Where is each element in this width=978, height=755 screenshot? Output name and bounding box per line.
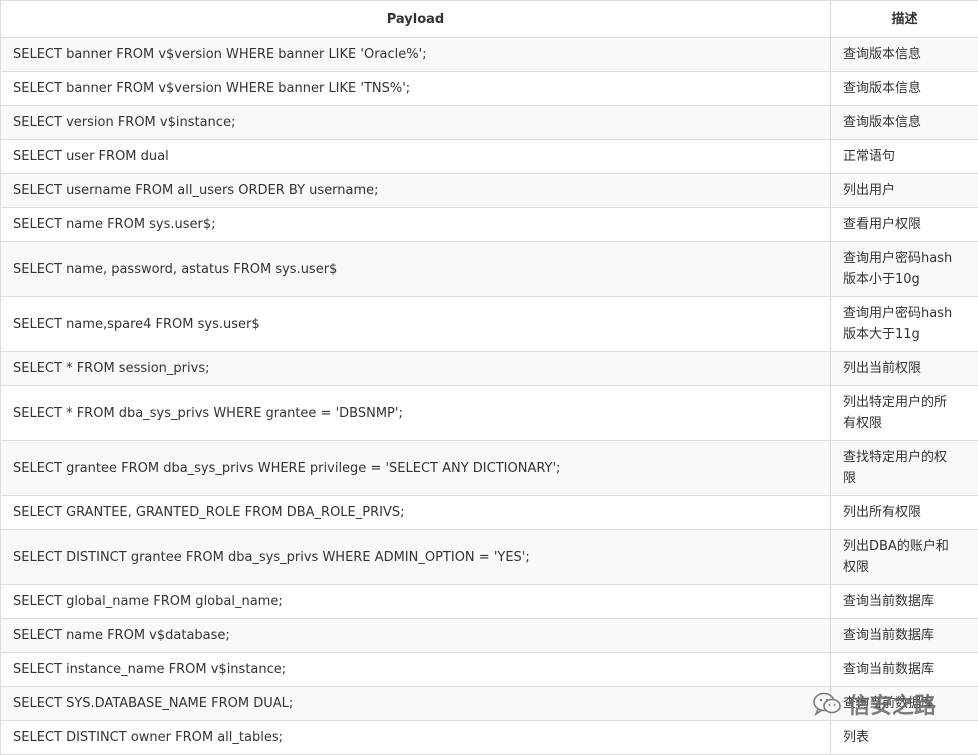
description-line: 列出DBA的账户和 [843, 536, 968, 557]
table-header-row: Payload 描述 [1, 1, 978, 38]
payload-table: Payload 描述 SELECT banner FROM v$version … [0, 0, 978, 755]
payload-cell: SELECT username FROM all_users ORDER BY … [1, 174, 831, 208]
description-line: 查询版本信息 [843, 78, 968, 99]
table-row: SELECT name FROM sys.user$; 查看用户权限 [1, 208, 978, 242]
description-line: 查找特定用户的权 [843, 447, 968, 468]
table-row: SELECT name,spare4 FROM sys.user$查询用户密码h… [1, 297, 978, 352]
table-row: SELECT banner FROM v$version WHERE banne… [1, 72, 978, 106]
description-line: 查询版本信息 [843, 44, 968, 65]
description-cell: 查询版本信息 [831, 72, 978, 106]
description-line: 列表 [843, 727, 968, 748]
description-line: 查询用户密码hash [843, 248, 968, 269]
table-row: SELECT username FROM all_users ORDER BY … [1, 174, 978, 208]
description-cell: 正常语句 [831, 140, 978, 174]
description-line: 查询当前数据库 [843, 659, 968, 680]
description-line: 正常语句 [843, 146, 968, 167]
header-payload: Payload [1, 1, 831, 38]
table-row: SELECT SYS.DATABASE_NAME FROM DUAL; 查询当前数… [1, 687, 978, 721]
table-row: SELECT instance_name FROM v$instance; 查询当… [1, 653, 978, 687]
description-cell: 查看用户权限 [831, 208, 978, 242]
description-cell: 查询当前数据库 [831, 585, 978, 619]
description-line: 限 [843, 468, 968, 489]
payload-cell: SELECT global_name FROM global_name; [1, 585, 831, 619]
payload-cell: SELECT * FROM session_privs; [1, 352, 831, 386]
description-line: 查询版本信息 [843, 112, 968, 133]
description-cell: 查询当前数据库 [831, 687, 978, 721]
description-cell: 列出用户 [831, 174, 978, 208]
table-row: SELECT banner FROM v$version WHERE banne… [1, 38, 978, 72]
description-cell: 查询版本信息 [831, 106, 978, 140]
description-line: 列出当前权限 [843, 358, 968, 379]
table-row: SELECT user FROM dual 正常语句 [1, 140, 978, 174]
description-line: 权限 [843, 557, 968, 578]
payload-cell: SELECT name FROM sys.user$; [1, 208, 831, 242]
description-cell: 查询版本信息 [831, 38, 978, 72]
description-cell: 列出特定用户的所有权限 [831, 386, 978, 441]
payload-cell: SELECT DISTINCT grantee FROM dba_sys_pri… [1, 530, 831, 585]
description-cell: 列出DBA的账户和权限 [831, 530, 978, 585]
description-line: 查询用户密码hash [843, 303, 968, 324]
description-cell: 列出当前权限 [831, 352, 978, 386]
payload-cell: SELECT * FROM dba_sys_privs WHERE grante… [1, 386, 831, 441]
payload-cell: SELECT version FROM v$instance; [1, 106, 831, 140]
payload-cell: SELECT banner FROM v$version WHERE banne… [1, 72, 831, 106]
description-cell: 查询当前数据库 [831, 619, 978, 653]
description-line: 版本小于10g [843, 269, 968, 290]
description-cell: 查找特定用户的权限 [831, 441, 978, 496]
description-line: 列出特定用户的所 [843, 392, 968, 413]
payload-cell: SELECT name FROM v$database; [1, 619, 831, 653]
description-cell: 列表 [831, 721, 978, 755]
description-line: 查询当前数据库 [843, 693, 968, 714]
payload-cell: SELECT banner FROM v$version WHERE banne… [1, 38, 831, 72]
header-description: 描述 [831, 1, 978, 38]
description-line: 查询当前数据库 [843, 591, 968, 612]
table-row: SELECT GRANTEE, GRANTED_ROLE FROM DBA_RO… [1, 496, 978, 530]
description-line: 列出用户 [843, 180, 968, 201]
payload-cell: SELECT user FROM dual [1, 140, 831, 174]
description-line: 查询当前数据库 [843, 625, 968, 646]
payload-cell: SELECT SYS.DATABASE_NAME FROM DUAL; [1, 687, 831, 721]
payload-cell: SELECT instance_name FROM v$instance; [1, 653, 831, 687]
description-line: 列出所有权限 [843, 502, 968, 523]
description-line: 版本大于11g [843, 324, 968, 345]
description-cell: 查询用户密码hash版本大于11g [831, 297, 978, 352]
table-row: SELECT grantee FROM dba_sys_privs WHERE … [1, 441, 978, 496]
description-line: 有权限 [843, 413, 968, 434]
payload-cell: SELECT name, password, astatus FROM sys.… [1, 242, 831, 297]
table-row: SELECT DISTINCT grantee FROM dba_sys_pri… [1, 530, 978, 585]
table-row: SELECT * FROM dba_sys_privs WHERE grante… [1, 386, 978, 441]
table-row: SELECT * FROM session_privs; 列出当前权限 [1, 352, 978, 386]
table-row: SELECT name, password, astatus FROM sys.… [1, 242, 978, 297]
description-cell: 列出所有权限 [831, 496, 978, 530]
table-row: SELECT global_name FROM global_name; 查询当前… [1, 585, 978, 619]
description-line: 查看用户权限 [843, 214, 968, 235]
payload-cell: SELECT grantee FROM dba_sys_privs WHERE … [1, 441, 831, 496]
payload-cell: SELECT GRANTEE, GRANTED_ROLE FROM DBA_RO… [1, 496, 831, 530]
table-row: SELECT name FROM v$database; 查询当前数据库 [1, 619, 978, 653]
payload-cell: SELECT name,spare4 FROM sys.user$ [1, 297, 831, 352]
table-row: SELECT version FROM v$instance; 查询版本信息 [1, 106, 978, 140]
payload-cell: SELECT DISTINCT owner FROM all_tables; [1, 721, 831, 755]
description-cell: 查询当前数据库 [831, 653, 978, 687]
description-cell: 查询用户密码hash版本小于10g [831, 242, 978, 297]
table-row: SELECT DISTINCT owner FROM all_tables; 列表 [1, 721, 978, 755]
